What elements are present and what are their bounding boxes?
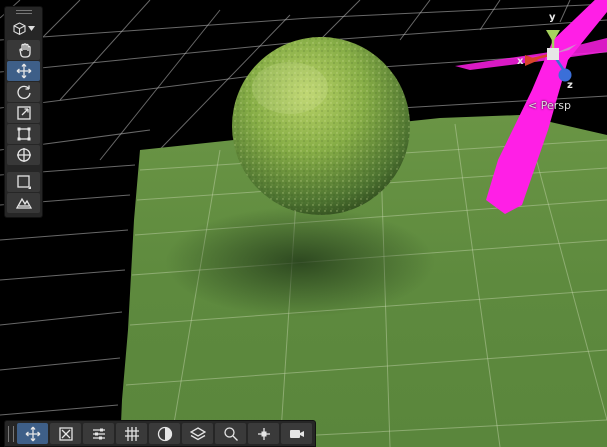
shading-overlay[interactable] [149, 423, 180, 444]
rect-transform-icon [17, 127, 30, 141]
scale-tool[interactable] [7, 103, 40, 123]
gizmo-center-cube[interactable] [547, 48, 559, 60]
rotate-icon [16, 85, 31, 99]
search-icon [223, 426, 238, 441]
move-overlay[interactable] [17, 423, 48, 444]
mirror-overlay[interactable] [50, 423, 81, 444]
view-options-dropdown[interactable] [5, 17, 42, 39]
move-icon [16, 63, 31, 79]
axis-y-label: y [549, 12, 556, 23]
custom-shape-tool[interactable] [7, 172, 40, 192]
rect-tool[interactable] [7, 124, 40, 144]
grid-overlay[interactable] [116, 423, 147, 444]
layers-icon [189, 426, 206, 440]
transform-tool[interactable] [7, 145, 40, 165]
view-tool[interactable] [7, 40, 40, 60]
square-icon [16, 175, 31, 189]
terrain-tool[interactable] [7, 193, 40, 213]
move-icon [25, 426, 40, 441]
axis-z-label: z [567, 80, 573, 91]
rotate-tool[interactable] [7, 82, 40, 102]
transform-icon [16, 148, 31, 162]
toolbar-grip[interactable] [8, 425, 14, 442]
overlay-toolbar [4, 420, 316, 447]
mirror-icon [58, 426, 73, 441]
grid-icon [124, 426, 139, 441]
chevron-left-icon: < [528, 99, 541, 112]
scale-icon [16, 106, 31, 120]
axis-x-label: x [517, 56, 524, 67]
pivot-icon [257, 427, 270, 440]
projection-label: Persp [540, 99, 571, 112]
hand-icon [18, 43, 31, 58]
tool-palette [4, 6, 43, 218]
axis-x-cone[interactable] [525, 55, 539, 66]
layers-overlay[interactable] [182, 423, 213, 444]
palette-grip[interactable] [5, 7, 42, 17]
cube-icon [12, 21, 26, 35]
camera-overlay[interactable] [281, 423, 312, 444]
projection-toggle[interactable]: < Persp [528, 99, 571, 112]
search-overlay[interactable] [215, 423, 246, 444]
scene-viewport[interactable]: y x z < Persp [0, 0, 607, 447]
terrain-icon [15, 197, 32, 209]
pivot-overlay[interactable] [248, 423, 279, 444]
sphere-icon [157, 426, 172, 441]
camera-icon [289, 429, 304, 438]
axis-y-cone[interactable] [546, 30, 560, 42]
sphere-object[interactable] [232, 37, 410, 215]
sliders-icon [92, 428, 105, 439]
move-tool[interactable] [7, 61, 40, 81]
adjust-overlay[interactable] [83, 423, 114, 444]
chevron-down-icon [27, 25, 35, 31]
